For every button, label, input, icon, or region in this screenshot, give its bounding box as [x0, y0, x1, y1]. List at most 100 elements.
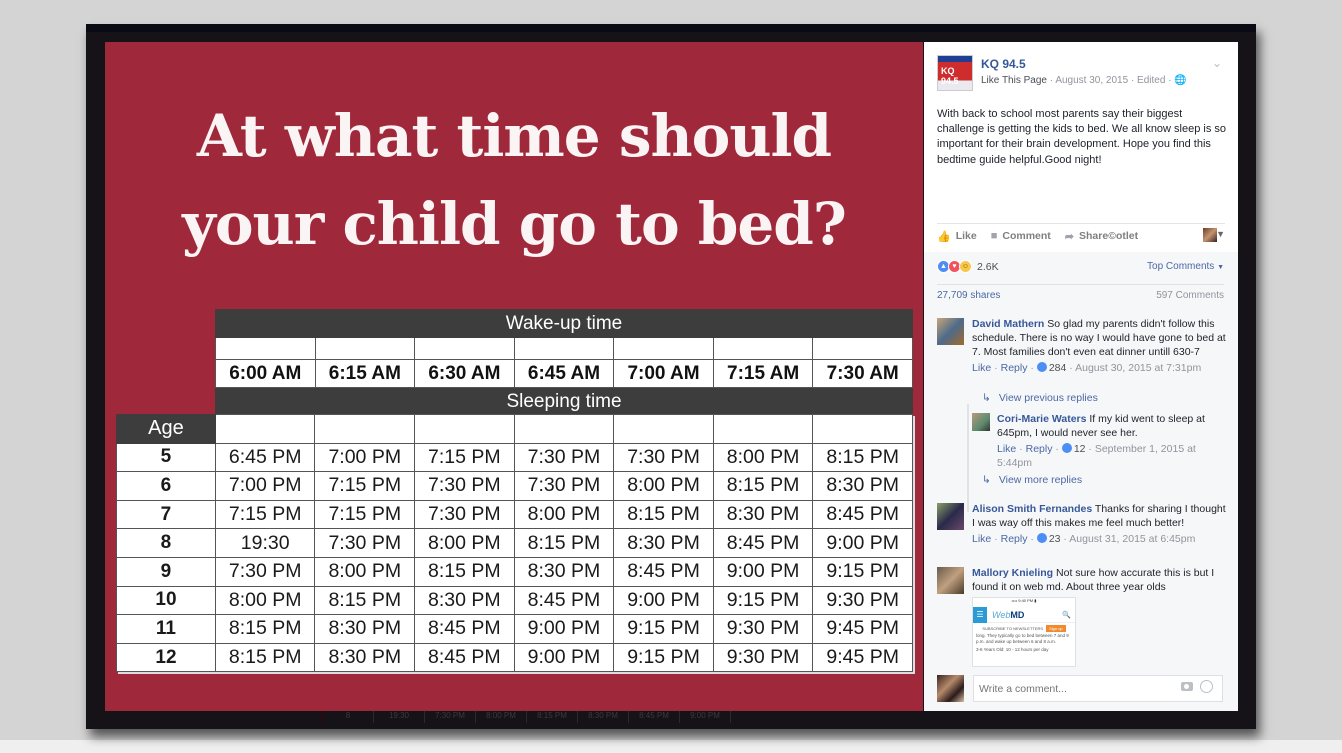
webmd-text-2: 3-6 Years Old: 10 - 12 hours per day	[976, 647, 1049, 652]
age-row: 10 8:00 PM 8:15 PM 8:30 PM 8:45 PM 9:00 PM 9:1…	[116, 585, 913, 616]
comment-meta: Like · Reply · 12 · September 1, 2015 at…	[997, 443, 1196, 469]
commenter-avatar[interactable]	[937, 503, 964, 530]
bedtime-cell: 8:15 PM	[712, 471, 814, 501]
comment-time[interactable]: August 30, 2015 at 7:31pm	[1075, 362, 1201, 374]
age-cell: 5	[116, 442, 216, 473]
bedtime-cell: 7:15 PM	[414, 442, 515, 473]
reply-arrow-icon: ↳	[982, 392, 991, 404]
comment-like-count[interactable]: 23	[1049, 533, 1061, 545]
bedtime-cell: 9:15 PM	[812, 556, 913, 587]
comment-like-count[interactable]: 12	[1074, 443, 1086, 455]
blank-cell	[812, 337, 913, 360]
slide-title-line-2: your child go to bed?	[182, 190, 847, 258]
comment-reply-link[interactable]: Reply	[1001, 533, 1028, 545]
shares-count-link[interactable]: 27,709 shares	[937, 290, 1000, 301]
post-date[interactable]: August 30, 2015	[1055, 75, 1128, 86]
emoji-icon[interactable]	[1200, 680, 1213, 693]
bedtime-cell: 9:45 PM	[812, 642, 913, 673]
bedtime-cell: 9:00 PM	[613, 585, 714, 616]
post-actions-bar: 👍 Like ■ Comment ➦ Share ©otlet ▼	[937, 223, 1225, 248]
bedtime-cell: 8:15 PM	[314, 585, 416, 616]
wake-time-cell: 6:30 AM	[414, 359, 515, 388]
comment-like-link[interactable]: Like	[997, 443, 1016, 455]
comment-button[interactable]: ■ Comment	[991, 230, 1051, 242]
caret-down-icon[interactable]: ▼	[1216, 229, 1225, 239]
blank-cell	[314, 337, 416, 360]
comment-author[interactable]: Alison Smith Fernandes	[972, 503, 1092, 515]
bedtime-cell: 7:15 PM	[314, 471, 416, 501]
comment-like-count[interactable]: 284	[1049, 362, 1067, 374]
age-cell: 10	[116, 585, 216, 616]
newsletter-bar: SUBSCRIBE TO NEWSLETTERS Sign up	[973, 625, 1075, 632]
webmd-logo: WebMD	[992, 610, 1024, 620]
bedtime-cell: 8:30 PM	[513, 556, 615, 587]
comment-reply-link[interactable]: Reply	[1026, 443, 1053, 455]
view-more-replies-link[interactable]: ↳ View more replies	[982, 474, 1082, 486]
post-header: KQ 94.5 KQ 94.5 Like This Page · August …	[924, 42, 1238, 222]
post-meta: Like This Page · August 30, 2015 · Edite…	[981, 75, 1187, 86]
comments-count[interactable]: 597 Comments	[1156, 290, 1224, 301]
comment-reply-link[interactable]: Reply	[1001, 362, 1028, 374]
commenter-avatar[interactable]	[937, 567, 964, 594]
webmd-header: ☰ WebMD 🔍	[973, 606, 1075, 623]
ghost-cell: 7:30 PM	[425, 709, 476, 723]
bedtime-cell: 19:30	[214, 528, 316, 558]
blank-cell	[613, 337, 714, 360]
post-options-chevron-icon[interactable]: ⌄	[1212, 56, 1222, 70]
like-count-icon	[1036, 362, 1047, 372]
bedtime-cell: 8:15 PM	[214, 642, 316, 673]
page-logo[interactable]: KQ 94.5	[937, 55, 973, 91]
comment: David Mathern So glad my parents didn't …	[937, 317, 1227, 375]
sleeping-time-header: Sleeping time	[215, 387, 913, 416]
wake-time-cell: 6:15 AM	[314, 359, 416, 388]
bedtime-cell: 7:15 PM	[314, 499, 416, 530]
blank-cell	[712, 337, 814, 360]
bedtime-cell: 8:30 PM	[613, 528, 714, 558]
comment-time[interactable]: August 31, 2015 at 6:45pm	[1069, 533, 1195, 545]
ghost-cell: 8:00 PM	[476, 709, 527, 723]
signup-badge: Sign up	[1046, 625, 1066, 632]
edited-label[interactable]: Edited	[1137, 75, 1165, 86]
webmd-screenshot-attachment[interactable]: •••• 9:40 PM ▮ ☰ WebMD 🔍 SUBSCRIBE TO NE…	[972, 597, 1076, 667]
bedtime-cell: 7:30 PM	[414, 471, 515, 501]
bedtime-cell: 8:45 PM	[513, 585, 615, 616]
like-page-link[interactable]: Like This Page	[981, 75, 1047, 86]
bedtime-cell: 8:15 PM	[812, 442, 913, 473]
wake-up-header: Wake-up time	[215, 309, 913, 338]
comment-author[interactable]: Cori-Marie Waters	[997, 413, 1086, 425]
globe-icon: 🌐	[1174, 75, 1187, 86]
commenter-avatar[interactable]	[937, 318, 964, 345]
post-text: With back to school most parents say the…	[937, 108, 1227, 166]
share-button[interactable]: ➦ Share ©otlet	[1065, 230, 1138, 243]
reactions-summary[interactable]: ▲ ♥ ☺ 2.6K	[937, 260, 999, 273]
comment-author[interactable]: David Mathern	[972, 318, 1044, 330]
viewer-avatar[interactable]	[1203, 228, 1217, 242]
view-previous-replies-link[interactable]: ↳ View previous replies	[982, 392, 1098, 404]
viewer-avatar[interactable]	[937, 675, 964, 702]
blank-cell	[314, 414, 416, 444]
comment-label: Comment	[1002, 230, 1051, 242]
sleep-time-table: Age 5 6:45 PM 7:00 PM 7:15 PM 7:30 PM 7:30 PM…	[116, 414, 913, 673]
comment-like-link[interactable]: Like	[972, 533, 991, 545]
bedtime-cell: 9:30 PM	[712, 642, 814, 673]
like-button[interactable]: 👍 Like	[937, 230, 977, 243]
ghost-cell: 8:45 PM	[629, 709, 680, 723]
page-name-link[interactable]: KQ 94.5	[981, 57, 1026, 71]
blank-cell	[215, 337, 316, 360]
comment-author[interactable]: Mallory Knieling	[972, 567, 1053, 579]
top-comments-dropdown[interactable]: Top Comments ▼	[1147, 261, 1224, 272]
wake-time-cell: 6:45 AM	[513, 359, 615, 388]
age-header-row: Age	[116, 414, 913, 444]
blank-cell	[712, 414, 814, 444]
bedtime-cell: 9:00 PM	[513, 614, 615, 644]
comment-like-link[interactable]: Like	[972, 362, 991, 374]
logo-text: KQ 94.5	[941, 66, 959, 86]
commenter-avatar[interactable]	[972, 413, 990, 431]
bedtime-cell: 8:15 PM	[214, 614, 316, 644]
bedtime-cell: 7:30 PM	[214, 556, 316, 587]
camera-icon[interactable]	[1181, 682, 1193, 691]
age-cell: 11	[116, 614, 216, 644]
top-comments-label: Top Comments	[1147, 261, 1215, 272]
ghost-cell: 8	[323, 709, 374, 723]
page-background	[0, 740, 1342, 753]
